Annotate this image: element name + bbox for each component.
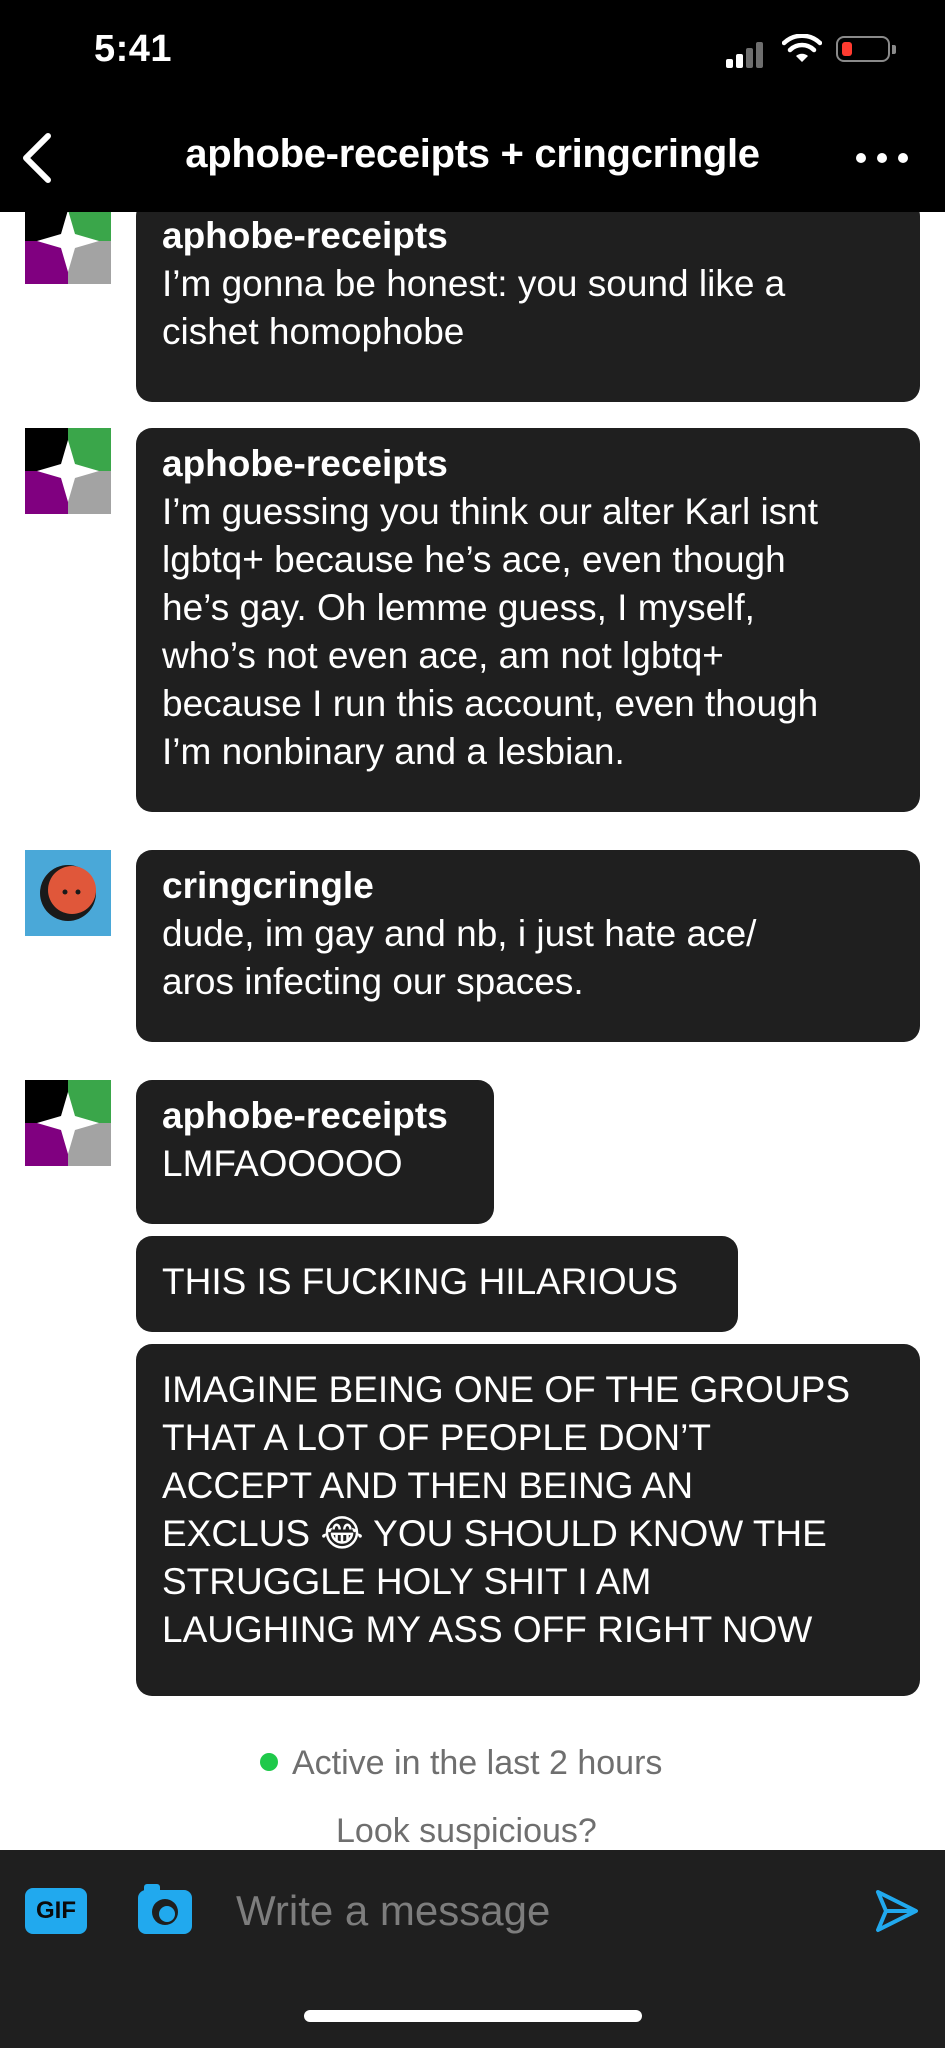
suspicious-link[interactable]: Look suspicious?	[336, 1812, 597, 1850]
message-text: LMFAOOOOO	[162, 1143, 403, 1184]
activity-status: Active in the last 2 hours	[260, 1744, 662, 1783]
message-text: IMAGINE BEING ONE OF THE GROUPS THAT A L…	[162, 1369, 851, 1650]
wifi-icon	[782, 34, 822, 62]
activity-text: Active in the last 2 hours	[292, 1744, 663, 1782]
message-input[interactable]	[236, 1878, 836, 1944]
battery-icon	[836, 36, 896, 62]
message-bubble[interactable]: aphobe-receipts I’m guessing you think o…	[136, 428, 920, 812]
signal-icon	[726, 38, 766, 68]
more-dots-icon[interactable]	[850, 142, 914, 172]
message-sender: aphobe-receipts	[162, 215, 448, 256]
message-bubble[interactable]: cringcringle dude, im gay and nb, i just…	[136, 850, 920, 1042]
camera-icon[interactable]	[136, 1882, 194, 1938]
message-text: THIS IS FUCKING HILARIOUS	[162, 1261, 679, 1302]
avatar[interactable]	[25, 1080, 111, 1166]
send-icon[interactable]	[874, 1888, 920, 1934]
message-text: I’m guessing you think our alter Karl is…	[162, 491, 819, 772]
avatar[interactable]	[25, 850, 111, 936]
message-sender: aphobe-receipts	[162, 1095, 448, 1136]
message-sender: aphobe-receipts	[162, 443, 448, 484]
home-indicator[interactable]	[304, 2010, 642, 2022]
message-bubble[interactable]: IMAGINE BEING ONE OF THE GROUPS THAT A L…	[136, 1344, 920, 1696]
chat-thread[interactable]: aphobe-receipts I’m gonna be honest: you…	[0, 212, 945, 1850]
message-text: dude, im gay and nb, i just hate ace/ ar…	[162, 913, 757, 1002]
status-bar: 5:41	[0, 0, 945, 100]
avatar[interactable]	[25, 212, 111, 284]
active-dot-icon	[260, 1753, 278, 1772]
conversation-header: aphobe-receipts + cringcringle	[0, 100, 945, 212]
avatar[interactable]	[25, 428, 111, 514]
gif-button[interactable]: GIF	[25, 1888, 87, 1934]
message-bubble[interactable]: THIS IS FUCKING HILARIOUS	[136, 1236, 738, 1332]
message-bubble[interactable]: aphobe-receipts I’m gonna be honest: you…	[136, 212, 920, 402]
status-time: 5:41	[94, 28, 173, 70]
message-bubble[interactable]: aphobe-receipts LMFAOOOOO	[136, 1080, 494, 1224]
message-composer: GIF	[0, 1850, 945, 2048]
conversation-title: aphobe-receipts + cringcringle	[185, 132, 760, 176]
message-text: I’m gonna be honest: you sound like a ci…	[162, 263, 786, 352]
message-sender: cringcringle	[162, 865, 374, 906]
